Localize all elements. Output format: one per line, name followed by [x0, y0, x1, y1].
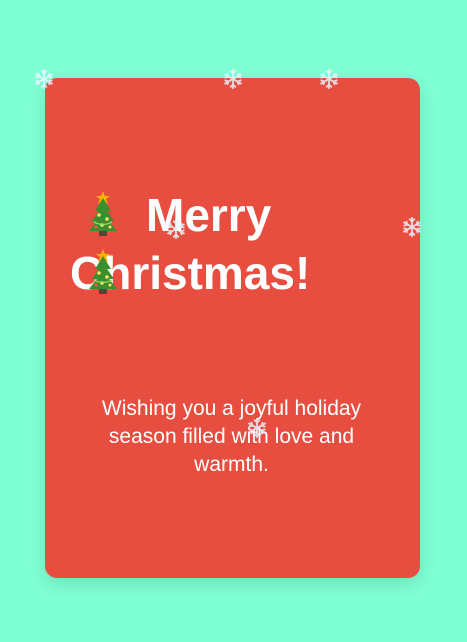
snowflake-icon [33, 68, 55, 90]
snowflake-icon [222, 68, 244, 90]
christmas-tree-icon [86, 247, 120, 295]
card-message: Wishing you a joyful holiday season fill… [101, 397, 362, 476]
snowflake-icon [318, 68, 340, 90]
christmas-card: Merry Christmas! Wishing you a joyful ho… [45, 78, 420, 578]
snowflake-icon [165, 218, 187, 240]
card-heading: Merry Christmas! [70, 186, 390, 302]
christmas-tree-icon [86, 189, 120, 237]
snowflake-icon [246, 417, 268, 439]
snowflake-icon [401, 216, 423, 238]
